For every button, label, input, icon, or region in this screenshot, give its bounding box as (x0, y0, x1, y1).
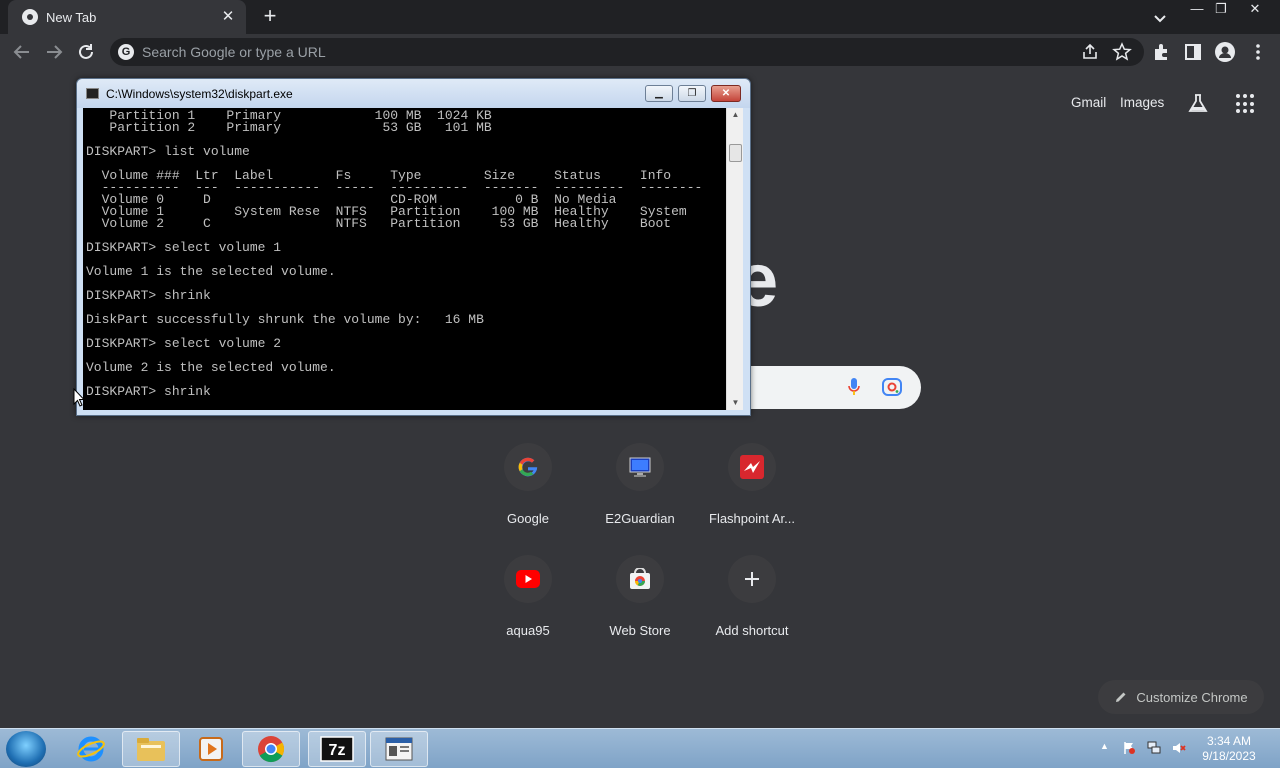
images-link[interactable]: Images (1120, 95, 1164, 110)
diskpart-titlebar[interactable]: C:\Windows\system32\diskpart.exe ▁ ❐ ✕ (77, 79, 750, 108)
shortcut-web-store[interactable]: Web Store (584, 555, 696, 667)
taskbar-file-explorer[interactable] (122, 731, 180, 767)
taskbar-clock[interactable]: 3:34 AM 9/18/2023 (1194, 734, 1264, 764)
taskbar-7zip[interactable]: 7z (308, 731, 366, 767)
shortcut-label: Web Store (609, 623, 671, 638)
forward-arrow-icon[interactable] (43, 41, 65, 63)
google-apps-grid-icon[interactable] (1236, 94, 1256, 114)
media-player-icon (199, 737, 223, 761)
diskpart-icon (385, 737, 413, 761)
console-maximize-button[interactable]: ❐ (678, 85, 706, 102)
shortcut-flashpoint[interactable]: Flashpoint Ar... (696, 443, 808, 555)
taskbar-internet-explorer[interactable] (62, 731, 120, 767)
shortcut-label: Google (507, 511, 549, 526)
windows-taskbar: 7z ▲ 3:34 AM 9/18/2023 (0, 728, 1280, 768)
shortcut-google[interactable]: Google (472, 443, 584, 555)
console-close-button[interactable]: ✕ (711, 85, 741, 102)
bookmark-star-icon[interactable] (1112, 42, 1132, 62)
chrome-menu-kebab-icon[interactable] (1248, 42, 1268, 62)
volume-muted-icon[interactable] (1172, 741, 1186, 755)
window-close-button[interactable]: ✕ (1240, 0, 1270, 20)
tab-strip: New Tab ✕ + — ❐ ✕ (0, 0, 1280, 34)
tab-new-tab[interactable]: New Tab ✕ (8, 0, 246, 34)
back-arrow-icon[interactable] (11, 41, 33, 63)
shortcut-aqua95[interactable]: aqua95 (472, 555, 584, 667)
extensions-puzzle-icon[interactable] (1151, 42, 1171, 62)
tab-search-chevron-icon[interactable] (1150, 8, 1170, 28)
tray-expand-arrow-icon[interactable]: ▲ (1100, 741, 1114, 755)
customize-chrome-label: Customize Chrome (1136, 689, 1248, 705)
shortcut-label: Flashpoint Ar... (709, 511, 795, 526)
labs-flask-icon[interactable] (1187, 92, 1209, 114)
file-explorer-icon (137, 738, 165, 761)
scroll-thumb[interactable] (729, 144, 742, 162)
youtube-icon (504, 555, 552, 603)
taskbar-chrome[interactable] (242, 731, 300, 767)
window-restore-button[interactable]: ❐ (1206, 0, 1236, 20)
tab-close-icon[interactable]: ✕ (220, 9, 236, 25)
plus-icon (728, 555, 776, 603)
address-bar[interactable]: G Search Google or type a URL (110, 38, 1144, 66)
chrome-icon (258, 736, 285, 763)
chrome-favicon-icon (22, 9, 38, 25)
shortcut-label: Add shortcut (715, 623, 789, 638)
taskbar-media-player[interactable] (182, 731, 240, 767)
customize-chrome-button[interactable]: Customize Chrome (1098, 680, 1264, 714)
console-scrollbar[interactable]: ▲ ▼ (726, 108, 743, 410)
shortcut-label: E2Guardian (605, 511, 675, 526)
scroll-down-arrow-icon[interactable]: ▼ (727, 396, 744, 410)
console-text: Partition 1 Primary 100 MB 1024 KB Parti… (86, 108, 703, 399)
scroll-up-arrow-icon[interactable]: ▲ (727, 108, 744, 122)
browser-toolbar: G Search Google or type a URL (0, 34, 1280, 70)
shortcut-add[interactable]: Add shortcut (696, 555, 808, 667)
gmail-link[interactable]: Gmail (1071, 95, 1106, 110)
svg-text:7z: 7z (329, 742, 346, 759)
google-icon (504, 443, 552, 491)
monitor-icon (616, 443, 664, 491)
address-bar-placeholder: Search Google or type a URL (142, 44, 326, 60)
clock-date: 9/18/2023 (1202, 749, 1256, 763)
clock-time: 3:34 AM (1206, 734, 1252, 748)
network-icon[interactable] (1147, 741, 1161, 755)
web-store-icon (616, 555, 664, 603)
diskpart-window-title: C:\Windows\system32\diskpart.exe (106, 87, 293, 101)
action-center-flag-icon[interactable] (1122, 741, 1136, 755)
google-lens-icon[interactable] (882, 378, 902, 396)
google-g-icon: G (118, 44, 134, 60)
shortcut-e2guardian[interactable]: E2Guardian (584, 443, 696, 555)
7zip-icon: 7z (320, 736, 354, 762)
tab-title: New Tab (46, 9, 97, 25)
new-tab-button[interactable]: + (258, 5, 282, 29)
share-icon[interactable] (1080, 42, 1100, 62)
reload-icon[interactable] (75, 41, 97, 63)
flashpoint-icon (728, 443, 776, 491)
console-output-area[interactable]: Partition 1 Primary 100 MB 1024 KB Parti… (83, 108, 726, 410)
taskbar-diskpart[interactable] (370, 731, 428, 767)
voice-search-mic-icon[interactable] (847, 377, 861, 397)
profile-avatar-icon[interactable] (1215, 42, 1235, 62)
side-panel-icon[interactable] (1183, 42, 1203, 62)
console-window-icon (86, 88, 99, 99)
internet-explorer-icon (77, 736, 105, 762)
console-minimize-button[interactable]: ▁ (645, 85, 673, 102)
shortcut-label: aqua95 (506, 623, 550, 638)
diskpart-window[interactable]: C:\Windows\system32\diskpart.exe ▁ ❐ ✕ P… (76, 78, 751, 416)
pencil-icon (1116, 692, 1126, 702)
windows-start-orb-icon[interactable] (6, 731, 46, 767)
mouse-cursor-icon (73, 388, 85, 407)
